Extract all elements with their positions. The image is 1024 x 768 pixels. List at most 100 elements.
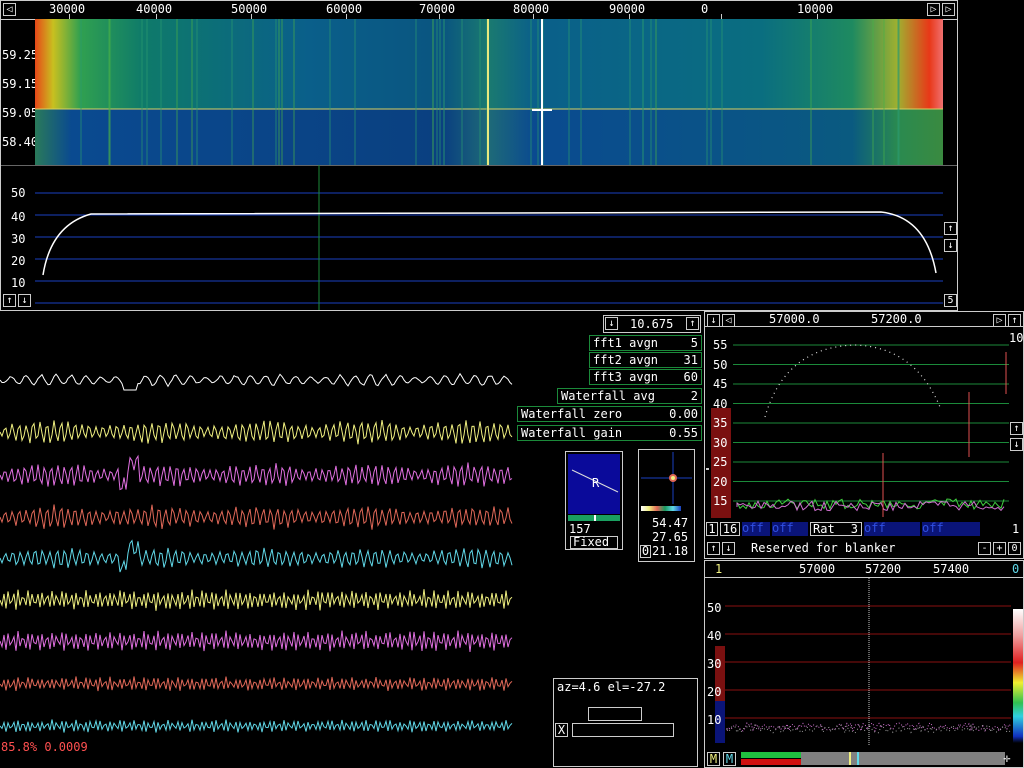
bb-off-2[interactable]: off: [772, 522, 808, 536]
freq-tick-label: 0: [701, 2, 709, 16]
bb-spectrum-graph[interactable]: [705, 327, 1023, 517]
waterfall-display[interactable]: [35, 19, 943, 165]
afc-freq-tick: 57000: [799, 562, 836, 576]
afc-freq-tick: 57400: [933, 562, 970, 576]
scroll-right-icon[interactable]: ▷: [927, 3, 940, 16]
fft1-label: fft1 avgn: [593, 336, 659, 350]
waterfall-time-label: 59.15: [2, 77, 39, 91]
spectrum-index[interactable]: 5: [944, 294, 957, 307]
afc-db-label: 10: [707, 713, 722, 727]
frequency-ruler[interactable]: ◁ ▷ ▷ 30000 40000 50000 60000 70000 80000 9000…: [1, 1, 957, 20]
bb-off-1[interactable]: off: [742, 522, 770, 536]
const-zero-button[interactable]: 0: [640, 545, 651, 558]
wf-avg-value: 2: [690, 389, 698, 403]
afc-meter-mark-2: [857, 752, 859, 765]
bb-minus-button[interactable]: -: [978, 542, 991, 555]
bb-ctrl-16[interactable]: 16: [720, 522, 740, 536]
ref-up-icon[interactable]: ↑: [686, 317, 699, 330]
gain-up-icon[interactable]: ↑: [944, 222, 957, 235]
fft3-avgn-param[interactable]: fft3 avgn 60: [589, 369, 702, 385]
afc-meter-track[interactable]: [801, 752, 1005, 765]
afc-color-scale: [1013, 609, 1023, 743]
spectrum-up-icon[interactable]: ↑: [3, 294, 16, 307]
afc-m2-button[interactable]: M: [723, 752, 736, 766]
trace-yellow: [0, 420, 513, 445]
bb-db-label: 25: [713, 455, 728, 469]
spectrum-down-icon[interactable]: ↓: [18, 294, 31, 307]
bb-rat-value: 3: [850, 522, 858, 536]
bb-off-3[interactable]: off: [864, 522, 920, 536]
pol-angle: 157: [569, 522, 591, 536]
const-v1: 54.47: [652, 516, 689, 530]
fft1-avgn-param[interactable]: fft1 avgn 5: [589, 335, 702, 351]
trace-cyan-2: [0, 719, 513, 733]
afc-window: 1 57000 57200 57400 0 50 40 30 20 10 M M ✛: [704, 560, 1024, 768]
bb-down-icon[interactable]: ↓: [722, 542, 735, 555]
bb-db-label: 50: [713, 357, 728, 372]
scroll-left-icon[interactable]: ◁: [3, 3, 16, 16]
afc-db-label: 40: [707, 629, 722, 643]
bb-rat-button[interactable]: Rat 3: [810, 522, 862, 536]
wf-gain-value: 0.55: [669, 426, 698, 440]
wf-gain-label: Waterfall gain: [521, 426, 623, 440]
fft2-avgn-param[interactable]: fft2 avgn 31: [589, 352, 702, 368]
wf-avg-label: Waterfall avg: [561, 389, 655, 403]
afc-spectrum-graph[interactable]: [705, 578, 1023, 746]
freq-tick-label: 60000: [326, 2, 363, 16]
waterfall-time-axis: 59.25 59.15 59.05 58.40: [1, 19, 39, 165]
afc-db-label: 30: [707, 657, 722, 671]
trace-magenta: [0, 454, 513, 491]
bb-zero-button[interactable]: 0: [1008, 542, 1021, 555]
bb-db-label: 20: [713, 474, 728, 489]
bb-off-4[interactable]: off: [922, 522, 980, 536]
polarization-display[interactable]: R: [568, 454, 620, 514]
db-label: 40: [11, 210, 26, 224]
fft1-value: 5: [690, 336, 698, 350]
bb-db-label: 15: [713, 494, 728, 508]
const-v2: 27.65: [652, 530, 689, 544]
bb-plus-button[interactable]: +: [993, 542, 1006, 555]
waterfall-gain-param[interactable]: Waterfall gain 0.55: [517, 425, 702, 441]
waterfall-zero-param[interactable]: Waterfall zero 0.00: [517, 406, 702, 422]
wf-zero-value: 0.00: [669, 407, 698, 421]
waterfall-avg-param[interactable]: Waterfall avg 2: [557, 388, 702, 404]
bb-up-icon[interactable]: ↑: [707, 542, 720, 555]
reference-control[interactable]: ↓ 10.675 ↑: [603, 315, 701, 333]
constellation-display[interactable]: [641, 452, 692, 504]
moon-x-button[interactable]: X: [555, 723, 568, 737]
bb-ctrl-1[interactable]: 1: [706, 522, 718, 536]
waterfall-time-label: 58.40: [2, 135, 39, 149]
main-spectrum-graph[interactable]: [1, 165, 957, 310]
afc-meter-cursor-icon[interactable]: ✛: [1001, 750, 1013, 766]
bb-freq-tick: 57200.0: [871, 312, 922, 326]
moon-input-1[interactable]: [588, 707, 642, 721]
db-label: 30: [11, 232, 26, 246]
pol-mode-button[interactable]: Fixed: [570, 536, 618, 549]
fft2-value: 31: [683, 353, 698, 367]
constellation-color-bar: [641, 506, 681, 511]
wf-zero-label: Waterfall zero: [521, 407, 623, 421]
freq-tick-label: 50000: [231, 2, 268, 16]
freq-tick-label: 40000: [136, 2, 173, 16]
bb-gain-up-icon[interactable]: ↑: [1010, 422, 1023, 435]
trace-red-2: [0, 676, 513, 692]
freq-tick-label: 10000: [797, 2, 834, 16]
blanker-text: Reserved for blanker: [751, 541, 896, 555]
bb-db-label: 40: [713, 396, 728, 411]
fft3-label: fft3 avgn: [593, 370, 659, 384]
bb-right-one: 1: [1012, 522, 1020, 536]
gain-down-icon[interactable]: ↓: [944, 239, 957, 252]
db-label: 10: [11, 276, 26, 290]
afc-meter-red: [741, 759, 801, 765]
bb-gain-down-icon[interactable]: ↓: [1010, 438, 1023, 451]
afc-meter-mark-1: [849, 752, 851, 765]
const-v3: 21.18: [652, 544, 689, 558]
ref-down-icon[interactable]: ↓: [605, 317, 618, 330]
afc-m1-button[interactable]: M: [707, 752, 720, 766]
main-spectrum-window: ◁ ▷ ▷ 30000 40000 50000 60000 70000 80000 9000…: [0, 0, 958, 311]
bb-db-label: 35: [713, 416, 728, 430]
moon-input-2[interactable]: [572, 723, 674, 737]
bb-freq-tick: 57000.0: [769, 312, 820, 326]
scroll-far-right-icon[interactable]: ▷: [942, 3, 955, 16]
constellation-plot: [641, 452, 692, 504]
